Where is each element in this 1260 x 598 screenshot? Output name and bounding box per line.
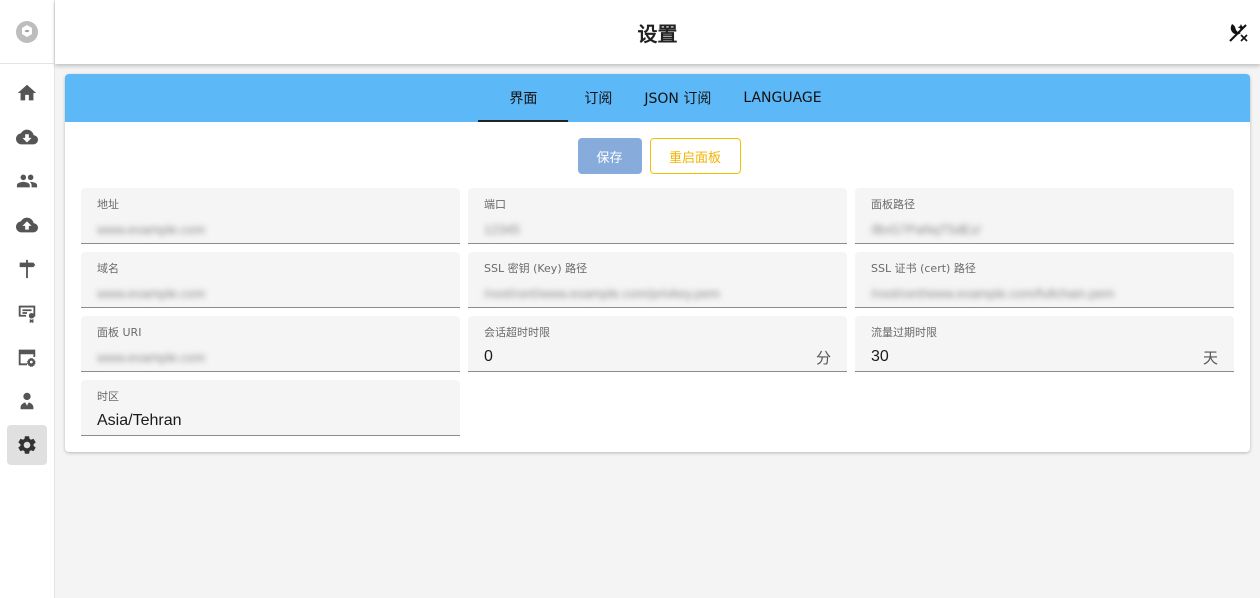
certificate-icon	[18, 305, 36, 324]
ssl-key-path-label: SSL 密钥 (Key) 路径	[484, 262, 588, 275]
save-button[interactable]: 保存	[577, 138, 642, 174]
window-settings-icon	[18, 349, 36, 367]
panel-uri-field[interactable]: 面板 URI www.example.com	[81, 316, 460, 372]
sidebar-nav	[0, 64, 54, 465]
settings-form: 地址 www.example.com 端口 12345 面板路径 /BvG7Pa…	[81, 188, 1234, 436]
panel-path-label: 面板路径	[871, 198, 915, 211]
session-timeout-label: 会话超时时限	[484, 326, 550, 339]
ssl-key-path-value[interactable]: /root/cert/www.example.com/privkey.pem	[484, 285, 831, 303]
app-logo[interactable]	[0, 0, 54, 64]
session-timeout-value[interactable]: 0	[484, 348, 831, 366]
sidebar-item-outbounds[interactable]	[7, 205, 47, 245]
port-label: 端口	[484, 198, 506, 211]
panel-path-field[interactable]: 面板路径 /BvG7PaNqT5dEz/	[855, 188, 1234, 244]
session-timeout-field[interactable]: 会话超时时限 0 分	[468, 316, 847, 372]
page-title: 设置	[637, 21, 678, 46]
timezone-value[interactable]: Asia/Tehran	[97, 412, 444, 430]
sidebar-item-certificates[interactable]	[7, 293, 47, 333]
restart-panel-button[interactable]: 重启面板	[649, 138, 741, 174]
panel-uri-value[interactable]: www.example.com	[97, 349, 444, 367]
theme-toggle-icon[interactable]	[1226, 20, 1250, 44]
signpost-icon	[19, 259, 36, 279]
domain-value[interactable]: www.example.com	[97, 285, 444, 303]
top-bar: 设置	[55, 0, 1260, 64]
panel-path-value[interactable]: /BvG7PaNqT5dEz/	[871, 221, 1218, 239]
traffic-expire-label: 流量过期时限	[871, 326, 937, 339]
tab-interface[interactable]: 界面	[478, 74, 569, 122]
panel-uri-label: 面板 URI	[97, 326, 142, 339]
timezone-label: 时区	[97, 390, 119, 403]
users-icon	[16, 174, 38, 188]
address-value[interactable]: www.example.com	[97, 221, 444, 239]
session-timeout-unit: 分	[815, 349, 831, 367]
action-bar: 保存 重启面板	[68, 138, 1250, 174]
traffic-expire-value[interactable]: 30	[871, 348, 1218, 366]
ssl-cert-path-value[interactable]: /root/cert/www.example.com/fullchain.pem	[871, 285, 1218, 303]
timezone-field[interactable]: 时区 Asia/Tehran	[81, 380, 460, 436]
ssl-cert-path-label: SSL 证书 (cert) 路径	[871, 262, 976, 275]
ssl-key-path-field[interactable]: SSL 密钥 (Key) 路径 /root/cert/www.example.c…	[468, 252, 847, 308]
traffic-expire-field[interactable]: 流量过期时限 30 天	[855, 316, 1234, 372]
sidebar-item-home[interactable]	[7, 73, 47, 113]
sidebar	[0, 0, 55, 598]
sidebar-item-panel-config[interactable]	[7, 337, 47, 377]
user-tie-icon	[20, 392, 34, 410]
tab-subscription[interactable]: 订阅	[568, 74, 628, 122]
logo-icon	[16, 20, 38, 43]
sidebar-item-clients[interactable]	[7, 161, 47, 201]
domain-field[interactable]: 域名 www.example.com	[81, 252, 460, 308]
cloud-download-icon	[16, 129, 38, 145]
port-value[interactable]: 12345	[484, 221, 831, 239]
home-icon	[17, 84, 37, 101]
address-label: 地址	[97, 198, 119, 211]
tab-language[interactable]: LANGUAGE	[727, 74, 837, 122]
sidebar-item-admins[interactable]	[7, 381, 47, 421]
settings-card: 界面 订阅 JSON 订阅 LANGUAGE 保存 重启面板 地址 www.ex…	[65, 74, 1250, 452]
tab-json-subscription[interactable]: JSON 订阅	[628, 74, 727, 122]
gear-icon	[18, 436, 36, 454]
sidebar-item-settings[interactable]	[7, 425, 47, 465]
sidebar-item-routing[interactable]	[7, 249, 47, 289]
sidebar-item-inbounds[interactable]	[7, 117, 47, 157]
ssl-cert-path-field[interactable]: SSL 证书 (cert) 路径 /root/cert/www.example.…	[855, 252, 1234, 308]
cloud-upload-icon	[16, 217, 38, 233]
traffic-expire-unit: 天	[1202, 349, 1218, 367]
port-field[interactable]: 端口 12345	[468, 188, 847, 244]
address-field[interactable]: 地址 www.example.com	[81, 188, 460, 244]
settings-tabs: 界面 订阅 JSON 订阅 LANGUAGE	[65, 74, 1250, 122]
domain-label: 域名	[97, 262, 119, 275]
